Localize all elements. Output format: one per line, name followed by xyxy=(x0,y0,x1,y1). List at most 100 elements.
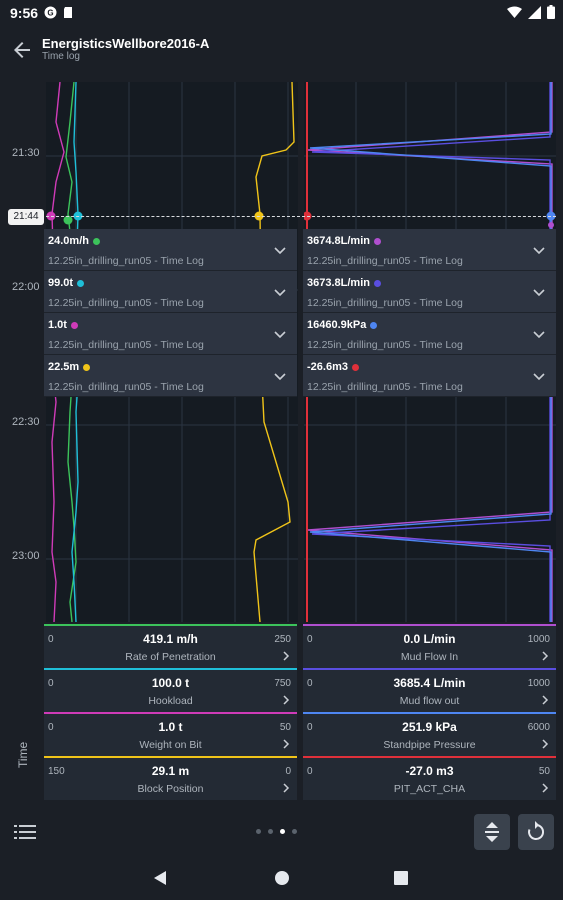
gauge-pit-act-cha[interactable]: 0 -27.0 m3 50 PIT_ACT_CHA xyxy=(303,756,556,800)
status-bar: 9:56 G xyxy=(0,0,563,26)
page-dot-active[interactable] xyxy=(280,829,285,834)
readout-value: 99.0t xyxy=(48,277,74,289)
chevron-down-icon[interactable] xyxy=(273,243,287,257)
cursor-time-badge[interactable]: 21:44 xyxy=(8,209,44,225)
signal-icon xyxy=(528,5,541,19)
readout-card[interactable]: 16460.9kPa 12.25in_drilling_run05 - Time… xyxy=(303,313,556,355)
svg-text:G: G xyxy=(47,9,53,18)
gauge-name: Standpipe Pressure xyxy=(383,739,476,751)
readout-source: 12.25in_drilling_run05 - Time Log xyxy=(48,339,204,351)
chevron-right-icon[interactable] xyxy=(281,695,291,705)
gauge-max: 750 xyxy=(274,678,291,689)
readout-value: -26.6m3 xyxy=(307,361,348,373)
time-tick: 22:00 xyxy=(12,281,40,293)
page-dot[interactable] xyxy=(268,829,273,834)
refresh-button[interactable] xyxy=(518,814,554,850)
app-bar: EnergisticsWellbore2016-A Time log xyxy=(0,26,563,74)
gauge-value: 419.1 m/h xyxy=(143,632,198,646)
page-dot[interactable] xyxy=(256,829,261,834)
readout-source: 12.25in_drilling_run05 - Time Log xyxy=(307,339,463,351)
time-axis: 21:30 22:00 22:30 23:00 xyxy=(0,80,44,625)
gauge-value: -27.0 m3 xyxy=(405,764,454,778)
readout-card[interactable]: 3673.8L/min 12.25in_drilling_run05 - Tim… xyxy=(303,271,556,313)
gauge-weight-on-bit[interactable]: 0 1.0 t 50 Weight on Bit xyxy=(44,712,297,756)
gauge-value: 1.0 t xyxy=(158,720,183,734)
gauge-value: 0.0 L/min xyxy=(403,632,456,646)
readout-source: 12.25in_drilling_run05 - Time Log xyxy=(48,381,204,393)
chevron-down-icon[interactable] xyxy=(532,327,546,341)
readout-source: 12.25in_drilling_run05 - Time Log xyxy=(307,255,463,267)
chevron-down-icon[interactable] xyxy=(273,327,287,341)
readout-source: 12.25in_drilling_run05 - Time Log xyxy=(307,297,463,309)
status-time: 9:56 xyxy=(10,5,39,21)
gauge-max: 0 xyxy=(285,766,291,777)
gauge-max: 1000 xyxy=(527,634,550,645)
gauges-right: 0 0.0 L/min 1000 Mud Flow In 0 3685.4 L/… xyxy=(303,624,556,800)
chevron-right-icon[interactable] xyxy=(281,783,291,793)
nav-back-icon[interactable] xyxy=(152,870,168,886)
nav-recents-icon[interactable] xyxy=(394,871,408,885)
gauge-max: 6000 xyxy=(527,722,550,733)
chevron-down-icon[interactable] xyxy=(273,285,287,299)
notification-g-icon: G xyxy=(44,6,57,19)
nav-home-icon[interactable] xyxy=(274,870,290,886)
readout-card[interactable]: -26.6m3 12.25in_drilling_run05 - Time Lo… xyxy=(303,355,556,397)
bottom-toolbar xyxy=(0,806,563,858)
system-nav-bar xyxy=(0,858,563,900)
chevron-right-icon[interactable] xyxy=(540,783,550,793)
refresh-icon xyxy=(528,821,545,840)
gauge-max: 1000 xyxy=(527,678,550,689)
battery-icon xyxy=(547,5,555,19)
time-tick: 21:30 xyxy=(12,147,40,159)
gauge-name: Hookload xyxy=(148,695,193,707)
readout-card[interactable]: 3674.8L/min 12.25in_drilling_run05 - Tim… xyxy=(303,229,556,271)
mud-flow-in-cursor-dot xyxy=(548,222,554,228)
unfold-icon xyxy=(485,822,499,842)
gauges-left: 0 419.1 m/h 250 Rate of Penetration 0 10… xyxy=(44,624,297,800)
chevron-down-icon[interactable] xyxy=(273,369,287,383)
gauge-mud-flow-out[interactable]: 0 3685.4 L/min 1000 Mud flow out xyxy=(303,668,556,712)
series-color-dot xyxy=(70,321,78,329)
page-dot[interactable] xyxy=(292,829,297,834)
readout-card[interactable]: 22.5m 12.25in_drilling_run05 - Time Log xyxy=(44,355,297,397)
readout-value: 3674.8L/min xyxy=(307,235,370,247)
chevron-right-icon[interactable] xyxy=(281,651,291,661)
gauge-max: 50 xyxy=(279,722,291,733)
gauge-rate-of-penetration[interactable]: 0 419.1 m/h 250 Rate of Penetration xyxy=(44,624,297,668)
chevron-right-icon[interactable] xyxy=(540,695,550,705)
readout-card[interactable]: 24.0m/h 12.25in_drilling_run05 - Time Lo… xyxy=(44,229,297,271)
gauge-standpipe-pressure[interactable]: 0 251.9 kPa 6000 Standpipe Pressure xyxy=(303,712,556,756)
readout-card[interactable]: 1.0t 12.25in_drilling_run05 - Time Log xyxy=(44,313,297,355)
time-tick: 22:30 xyxy=(12,416,40,428)
gauge-name: Mud flow out xyxy=(399,695,460,707)
chevron-down-icon[interactable] xyxy=(532,369,546,383)
chevron-right-icon[interactable] xyxy=(540,739,550,749)
series-color-dot xyxy=(351,363,359,371)
readout-cards-left: 24.0m/h 12.25in_drilling_run05 - Time Lo… xyxy=(44,229,297,397)
gauge-max: 250 xyxy=(274,634,291,645)
chevron-right-icon[interactable] xyxy=(281,739,291,749)
readout-cards-right: 3674.8L/min 12.25in_drilling_run05 - Tim… xyxy=(303,229,556,397)
gauge-mud-flow-in[interactable]: 0 0.0 L/min 1000 Mud Flow In xyxy=(303,624,556,668)
series-color-dot xyxy=(83,363,91,371)
gauge-hookload[interactable]: 0 100.0 t 750 Hookload xyxy=(44,668,297,712)
chevron-right-icon[interactable] xyxy=(540,651,550,661)
readout-value: 24.0m/h xyxy=(48,235,89,247)
gauge-value: 251.9 kPa xyxy=(402,720,457,734)
page-title: EnergisticsWellbore2016-A xyxy=(42,36,210,51)
chevron-down-icon[interactable] xyxy=(532,285,546,299)
expand-collapse-button[interactable] xyxy=(474,814,510,850)
readout-card[interactable]: 99.0t 12.25in_drilling_run05 - Time Log xyxy=(44,271,297,313)
time-cursor-line[interactable] xyxy=(46,216,556,217)
page-subtitle: Time log xyxy=(42,51,80,62)
gauge-max: 50 xyxy=(538,766,550,777)
sd-card-icon xyxy=(64,7,72,18)
gauge-value: 100.0 t xyxy=(151,676,190,690)
gauge-block-position[interactable]: 150 29.1 m 0 Block Position xyxy=(44,756,297,800)
chevron-down-icon[interactable] xyxy=(532,243,546,257)
gauge-name: PIT_ACT_CHA xyxy=(393,783,466,795)
back-arrow-icon[interactable] xyxy=(10,38,34,62)
list-icon[interactable] xyxy=(14,824,36,840)
gauge-name: Rate of Penetration xyxy=(125,651,216,663)
readout-value: 3673.8L/min xyxy=(307,277,370,289)
